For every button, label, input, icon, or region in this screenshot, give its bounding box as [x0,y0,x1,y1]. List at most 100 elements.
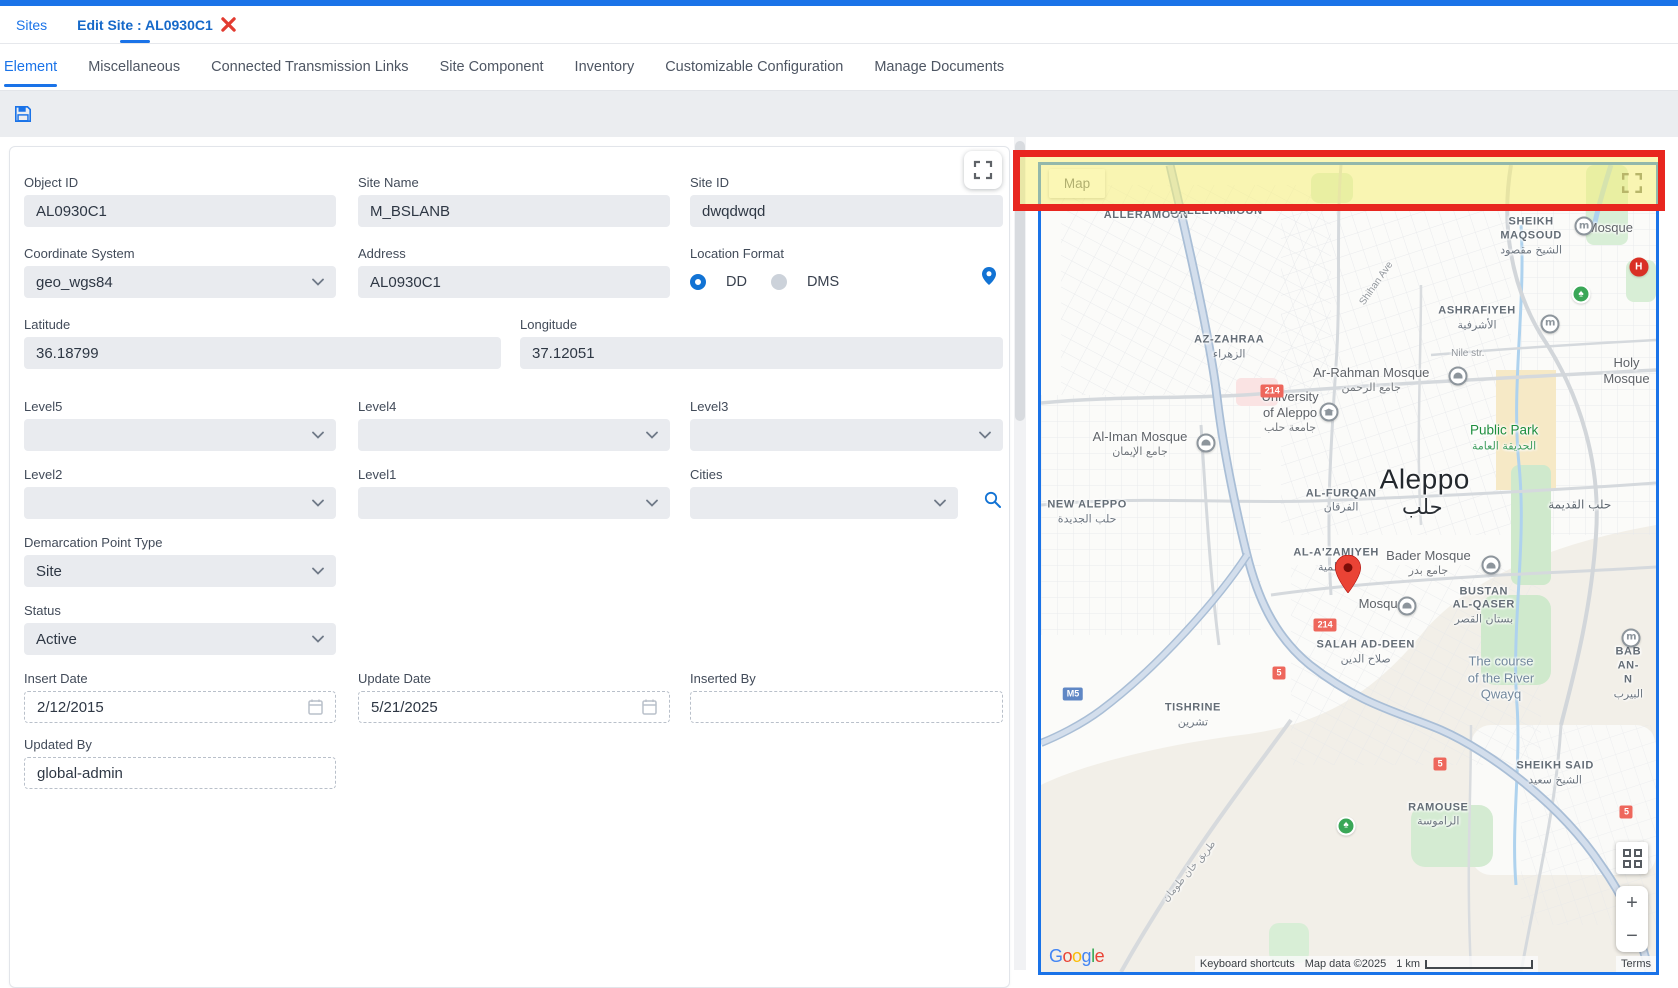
calendar-icon[interactable] [642,699,657,715]
form-scrollbar[interactable] [1014,137,1026,970]
object-id-label: Object ID [24,175,336,190]
demarcation-point-type-select[interactable]: Site [24,555,336,587]
mosque-poi-icon[interactable] [1448,366,1467,385]
tab-bar: Element Miscellaneous Connected Transmissi… [0,44,1678,91]
level5-label: Level5 [24,399,336,414]
object-id-field[interactable] [24,195,336,227]
site-name-label: Site Name [358,175,670,190]
location-pin-icon [982,267,996,285]
level5-select[interactable] [24,419,336,451]
tab-customizable-configuration[interactable]: Customizable Configuration [665,47,843,87]
chevron-down-icon [312,278,324,286]
chevron-down-icon [312,431,324,439]
cities-label: Cities [690,467,958,482]
updated-by-field[interactable]: global-admin [24,757,336,789]
insert-date-field[interactable]: 2/12/2015 [24,691,336,723]
level1-label: Level1 [358,467,670,482]
level2-select[interactable] [24,487,336,519]
tab-miscellaneous[interactable]: Miscellaneous [88,47,180,87]
mosque-poi-icon[interactable] [1482,556,1501,575]
map-fullscreen-button[interactable] [1618,169,1646,197]
latitude-field[interactable] [24,337,501,369]
tree-poi-icon[interactable] [1571,285,1590,304]
status-label: Status [24,603,336,618]
map-pin-button[interactable] [982,267,996,288]
breadcrumb-sites-link[interactable]: Sites [16,17,47,33]
tab-site-component[interactable]: Site Component [440,47,544,87]
site-edit-form-panel: Object ID Site Name Site ID Coordinate S… [9,146,1010,988]
tree-poi-icon[interactable] [1337,816,1356,835]
coordinate-system-label: Coordinate System [24,246,336,261]
level3-label: Level3 [690,399,1003,414]
chevron-down-icon [312,635,324,643]
zoom-in-button[interactable]: + [1616,893,1648,913]
metro-poi-icon[interactable] [1575,217,1594,236]
map-canvas[interactable]: Map ALLERAMOONBALLERAMOUNSHEIKH MAQSOUDا… [1038,162,1659,975]
mosque-poi-icon[interactable] [1196,433,1215,452]
form-fullscreen-button[interactable] [964,151,1002,189]
demarcation-point-type-label: Demarcation Point Type [24,535,336,550]
scale-bar [1425,960,1533,969]
map-marker [1335,555,1361,598]
form-scrollbar-thumb[interactable] [1015,141,1025,421]
address-field[interactable] [358,266,670,298]
tab-inventory[interactable]: Inventory [575,47,635,87]
close-icon[interactable] [221,17,236,32]
school-poi-icon[interactable] [1319,402,1338,421]
level3-select[interactable] [690,419,1003,451]
location-format-dd-radio[interactable] [690,274,706,290]
tab-connected-transmission-links[interactable]: Connected Transmission Links [211,47,408,87]
updated-by-label: Updated By [24,737,336,752]
chevron-down-icon [646,499,658,507]
insert-date-label: Insert Date [24,671,336,686]
cities-search-button[interactable] [984,491,1001,511]
location-format-dms-label: DMS [807,274,839,290]
update-date-field[interactable]: 5/21/2025 [358,691,670,723]
longitude-label: Longitude [520,317,1003,332]
site-name-field[interactable] [358,195,670,227]
address-label: Address [358,246,670,261]
site-id-field[interactable] [690,195,1003,227]
map-type-chip[interactable]: Map [1049,169,1105,198]
map-imagery-toggle-button[interactable] [1616,842,1648,874]
breadcrumb-active-indicator [120,40,150,43]
location-format-label: Location Format [690,246,1003,261]
form-toolbar [0,91,1678,137]
chevron-down-icon [979,431,991,439]
calendar-icon[interactable] [308,699,323,715]
save-button[interactable] [12,103,34,125]
chevron-down-icon [646,431,658,439]
breadcrumb: Sites Edit Site : AL0930C1 [0,6,1678,44]
coordinate-system-select[interactable]: geo_wgs84 [24,266,336,298]
location-format-dms-radio[interactable] [771,274,787,290]
metro-poi-icon[interactable] [1541,314,1560,333]
fullscreen-icon [973,160,993,180]
location-format-dd-label: DD [726,274,747,290]
chevron-down-icon [934,499,946,507]
update-date-label: Update Date [358,671,670,686]
level2-label: Level2 [24,467,336,482]
grid-icon [1623,849,1642,868]
longitude-field[interactable] [520,337,1003,369]
latitude-label: Latitude [24,317,501,332]
tab-manage-documents[interactable]: Manage Documents [874,47,1004,87]
site-id-label: Site ID [690,175,1003,190]
search-icon [984,491,1001,508]
zoom-out-button[interactable]: − [1616,926,1648,946]
breadcrumb-edit-site-tab[interactable]: Edit Site : AL0930C1 [77,17,236,33]
save-icon [14,105,32,123]
level4-select[interactable] [358,419,670,451]
level1-select[interactable] [358,487,670,519]
fullscreen-icon [1621,172,1643,194]
inserted-by-field[interactable] [690,691,1003,723]
inserted-by-label: Inserted By [690,671,1003,686]
status-select[interactable]: Active [24,623,336,655]
hospital-poi-icon[interactable] [1629,258,1648,277]
google-logo[interactable]: Google [1049,946,1104,967]
tab-element[interactable]: Element [4,47,57,87]
chevron-down-icon [312,499,324,507]
level4-label: Level4 [358,399,670,414]
metro-poi-icon[interactable] [1622,628,1641,647]
cities-select[interactable] [690,487,958,519]
mosque-poi-icon[interactable] [1397,596,1416,615]
